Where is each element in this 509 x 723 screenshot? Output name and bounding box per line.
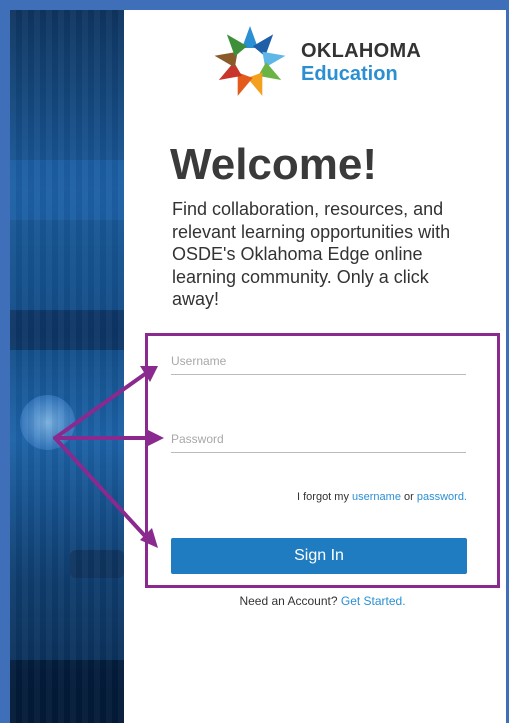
sign-in-button[interactable]: Sign In — [171, 538, 467, 574]
forgot-credentials: I forgot my username or password. — [171, 491, 467, 503]
star-burst-logo-icon — [214, 26, 286, 96]
logo-text-education: Education — [301, 63, 398, 85]
page-title: Welcome! — [170, 140, 378, 189]
intro-text: Find collaboration, resources, and relev… — [172, 199, 451, 309]
forgot-username-link[interactable]: username — [352, 491, 401, 503]
forgot-password-link[interactable]: password. — [417, 491, 467, 503]
oklahoma-education-logo: OKLAHOMA Education — [208, 20, 438, 100]
forgot-or-text: or — [400, 491, 417, 503]
hero-photo — [10, 10, 124, 723]
logo-text-oklahoma: OKLAHOMA — [301, 40, 422, 62]
get-started-link[interactable]: Get Started. — [341, 594, 406, 608]
forgot-prefix-text: I forgot my — [297, 491, 353, 503]
username-input[interactable] — [171, 348, 466, 375]
password-input[interactable] — [171, 426, 466, 453]
signup-prompt: Need an Account? Get Started. — [145, 594, 500, 608]
need-account-text: Need an Account? — [239, 594, 341, 608]
